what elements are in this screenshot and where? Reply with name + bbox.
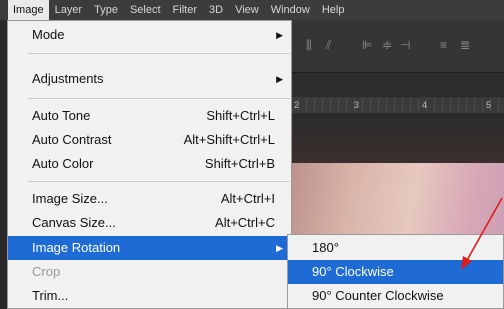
- menu-separator: [28, 53, 290, 54]
- ruler-tick: 5: [486, 100, 492, 110]
- menu-item-label: 90° Counter Clockwise: [312, 288, 444, 303]
- menu-item-mode[interactable]: Mode ▶: [8, 23, 291, 47]
- menu-item-label: Canvas Size...: [32, 215, 116, 230]
- menu-item-trim[interactable]: Trim...: [8, 284, 291, 308]
- image-menu-dropdown: Mode ▶ Adjustments ▶ Auto Tone Shift+Ctr…: [7, 20, 292, 309]
- align-horizontal-centers-icon[interactable]: ≑: [382, 38, 393, 52]
- shortcut-label: Shift+Ctrl+B: [204, 156, 275, 171]
- menu-item-label: Adjustments: [32, 71, 104, 86]
- menu-separator: [28, 98, 290, 99]
- menu-select[interactable]: Select: [124, 0, 167, 20]
- menu-item-label: 90° Clockwise: [312, 264, 394, 279]
- menu-item-label: Trim...: [32, 288, 69, 303]
- menu-view[interactable]: View: [229, 0, 265, 20]
- menu-bar: Image Layer Type Select Filter 3D View W…: [0, 0, 504, 20]
- align-bottom-edges-icon[interactable]: ⫽: [326, 38, 332, 53]
- align-right-edges-icon[interactable]: ⊣: [400, 38, 411, 52]
- shortcut-label: Alt+Shift+Ctrl+L: [183, 132, 275, 147]
- menu-separator: [28, 181, 290, 182]
- menu-3d[interactable]: 3D: [203, 0, 229, 20]
- menu-help[interactable]: Help: [316, 0, 351, 20]
- align-vertical-centers-icon[interactable]: ⫼: [306, 38, 313, 53]
- menu-filter[interactable]: Filter: [167, 0, 203, 20]
- menu-item-label: Image Size...: [32, 191, 108, 206]
- menu-item-label: Image Rotation: [32, 240, 121, 255]
- menu-item-auto-contrast[interactable]: Auto Contrast Alt+Shift+Ctrl+L: [8, 128, 291, 152]
- menu-item-label: Auto Contrast: [32, 132, 112, 147]
- menu-item-crop[interactable]: Crop: [8, 260, 291, 284]
- options-bar: ⫼ ⫽ ⊫ ≑ ⊣ ≡ ≣: [282, 20, 504, 72]
- shortcut-label: Alt+Ctrl+C: [215, 215, 275, 230]
- image-rotation-submenu: 180° 90° Clockwise 90° Counter Clockwise: [287, 234, 504, 309]
- menu-item-auto-color[interactable]: Auto Color Shift+Ctrl+B: [8, 152, 291, 176]
- ruler-tick: 2: [294, 100, 300, 110]
- submenu-arrow-icon: ▶: [276, 30, 283, 40]
- menu-item-auto-tone[interactable]: Auto Tone Shift+Ctrl+L: [8, 104, 291, 128]
- menu-item-label: 180°: [312, 240, 339, 255]
- submenu-arrow-icon: ▶: [276, 74, 283, 84]
- menu-window[interactable]: Window: [265, 0, 316, 20]
- menu-item-adjustments[interactable]: Adjustments ▶: [8, 67, 291, 91]
- align-left-edges-icon[interactable]: ⊫: [362, 38, 373, 52]
- menu-item-label: Auto Color: [32, 156, 94, 171]
- distribute-top-edges-icon[interactable]: ≡: [440, 38, 448, 52]
- menu-type[interactable]: Type: [88, 0, 124, 20]
- menu-item-label: Auto Tone: [32, 108, 91, 123]
- canvas-area: [282, 113, 504, 163]
- submenu-item-90-clockwise[interactable]: 90° Clockwise: [288, 260, 503, 284]
- menu-item-image-size[interactable]: Image Size... Alt+Ctrl+I: [8, 187, 291, 211]
- menu-item-label: Mode: [32, 27, 65, 42]
- menu-item-image-rotation[interactable]: Image Rotation ▶: [8, 236, 291, 260]
- submenu-arrow-icon: ▶: [276, 243, 283, 253]
- document-tab-strip: [282, 72, 504, 98]
- menu-item-label: Crop: [32, 264, 61, 279]
- menu-layer[interactable]: Layer: [49, 0, 89, 20]
- distribute-vertical-centers-icon[interactable]: ≣: [460, 38, 471, 52]
- menu-image[interactable]: Image: [8, 0, 49, 20]
- shortcut-label: Alt+Ctrl+I: [220, 191, 275, 206]
- ruler-tick: 4: [422, 100, 428, 110]
- horizontal-ruler: 2 3 4 5: [282, 97, 504, 114]
- submenu-item-180[interactable]: 180°: [288, 236, 503, 260]
- shortcut-label: Shift+Ctrl+L: [206, 108, 275, 123]
- ruler-tick: 3: [354, 100, 360, 110]
- submenu-item-90-counter-clockwise[interactable]: 90° Counter Clockwise: [288, 284, 503, 308]
- menu-item-canvas-size[interactable]: Canvas Size... Alt+Ctrl+C: [8, 211, 291, 235]
